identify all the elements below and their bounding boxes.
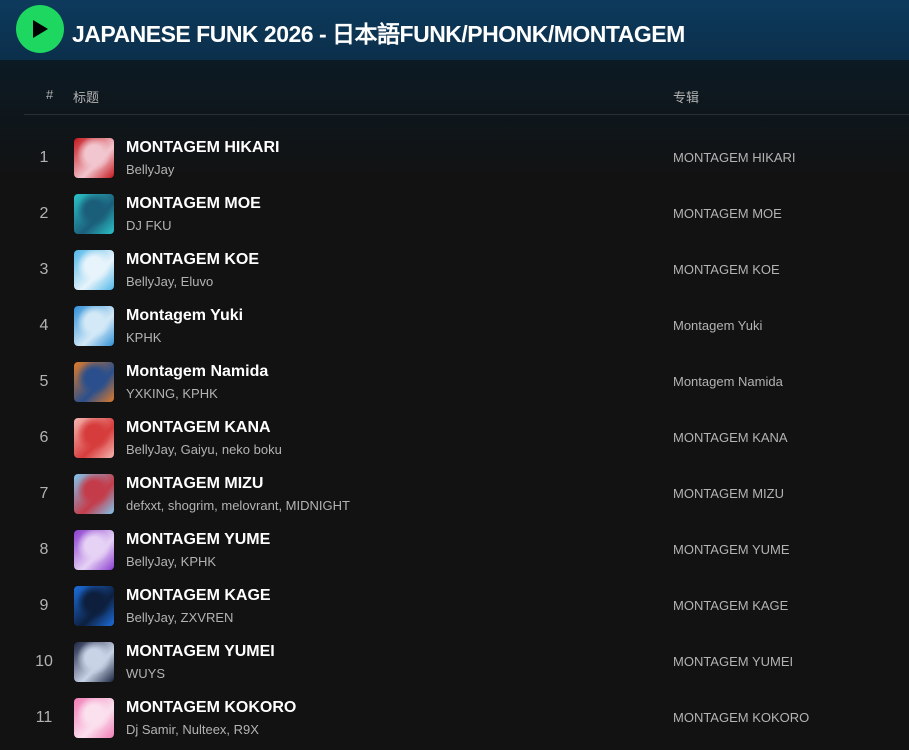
album-cover — [74, 474, 114, 514]
album-cover — [74, 418, 114, 458]
track-number: 2 — [39, 205, 49, 222]
album-cover — [74, 194, 114, 234]
track-number: 10 — [35, 653, 53, 670]
track-album[interactable]: MONTAGEM KANA — [673, 410, 788, 466]
track-album[interactable]: MONTAGEM YUMEI — [673, 634, 793, 690]
album-cover — [74, 362, 114, 402]
track-title[interactable]: MONTAGEM KAGE — [126, 587, 271, 605]
playlist-header-bar: JAPANESE FUNK 2026 - 日本語FUNK/PHONK/MONTA… — [0, 0, 909, 60]
album-cover — [74, 138, 114, 178]
track-number: 5 — [39, 373, 49, 390]
track-album[interactable]: MONTAGEM KOKORO — [673, 690, 809, 746]
track-title[interactable]: MONTAGEM KOE — [126, 251, 259, 269]
track-artists[interactable]: BellyJay, Eluvo — [126, 274, 213, 289]
track-artists[interactable]: Dj Samir, Nulteex, R9X — [126, 722, 259, 737]
track-number: 11 — [35, 709, 53, 726]
track-artists[interactable]: BellyJay, Gaiyu, neko boku — [126, 442, 282, 457]
column-album-header[interactable]: 专辑 — [673, 87, 699, 106]
track-album[interactable]: MONTAGEM MOE — [673, 186, 782, 242]
track-title[interactable]: MONTAGEM YUME — [126, 531, 270, 549]
track-title[interactable]: MONTAGEM YUMEI — [126, 643, 275, 661]
track-title[interactable]: Montagem Namida — [126, 363, 268, 381]
track-row[interactable]: 1 MONTAGEM HIKARI BellyJay MONTAGEM HIKARI — [24, 130, 909, 186]
track-table-header: # 标题 专辑 — [24, 78, 909, 115]
play-icon — [33, 20, 48, 38]
track-artists[interactable]: BellyJay, KPHK — [126, 554, 216, 569]
column-title-header[interactable]: 标题 — [73, 87, 99, 106]
track-row[interactable]: 9 MONTAGEM KAGE BellyJay, ZXVREN MONTAGEM K… — [24, 578, 909, 634]
track-number: 9 — [39, 597, 49, 614]
track-album[interactable]: MONTAGEM KAGE — [673, 578, 788, 634]
track-title[interactable]: MONTAGEM KANA — [126, 419, 271, 437]
track-title[interactable]: MONTAGEM MOE — [126, 195, 261, 213]
track-album[interactable]: MONTAGEM YUME — [673, 522, 790, 578]
track-album[interactable]: MONTAGEM MIZU — [673, 466, 784, 522]
track-row[interactable]: 2 MONTAGEM MOE DJ FKU MONTAGEM MOE — [24, 186, 909, 242]
track-row[interactable]: 7 MONTAGEM MIZU defxxt, shogrim, melovrant… — [24, 466, 909, 522]
track-artists[interactable]: DJ FKU — [126, 218, 172, 233]
track-row[interactable]: 3 MONTAGEM KOE BellyJay, Eluvo MONTAGEM KOE — [24, 242, 909, 298]
track-album[interactable]: MONTAGEM HIKARI — [673, 130, 796, 186]
track-row[interactable]: 5 Montagem Namida YXKING, KPHK Montagem Nam… — [24, 354, 909, 410]
track-artists[interactable]: BellyJay, ZXVREN — [126, 610, 233, 625]
track-title[interactable]: MONTAGEM MIZU — [126, 475, 263, 493]
track-number: 8 — [39, 541, 49, 558]
track-row[interactable]: 10 MONTAGEM YUMEI WUYS MONTAGEM YUMEI — [24, 634, 909, 690]
album-cover — [74, 250, 114, 290]
track-number: 3 — [39, 261, 49, 278]
album-cover — [74, 530, 114, 570]
track-artists[interactable]: WUYS — [126, 666, 165, 681]
column-number-header: # — [46, 87, 54, 102]
track-number: 6 — [39, 429, 49, 446]
track-row[interactable]: 11 MONTAGEM KOKORO Dj Samir, Nulteex, R9X M… — [24, 690, 909, 746]
album-cover — [74, 586, 114, 626]
track-number: 1 — [39, 149, 49, 166]
track-artists[interactable]: KPHK — [126, 330, 161, 345]
track-artists[interactable]: BellyJay — [126, 162, 174, 177]
track-title[interactable]: MONTAGEM KOKORO — [126, 699, 296, 717]
track-row[interactable]: 4 Montagem Yuki KPHK Montagem Yuki — [24, 298, 909, 354]
playlist-title: JAPANESE FUNK 2026 - 日本語FUNK/PHONK/MONTA… — [72, 21, 685, 47]
track-row[interactable]: 6 MONTAGEM KANA BellyJay, Gaiyu, neko boku… — [24, 410, 909, 466]
track-number: 4 — [39, 317, 49, 334]
track-title[interactable]: MONTAGEM HIKARI — [126, 139, 279, 157]
track-album[interactable]: Montagem Namida — [673, 354, 783, 410]
track-row[interactable]: 8 MONTAGEM YUME BellyJay, KPHK MONTAGEM YUM… — [24, 522, 909, 578]
track-album[interactable]: Montagem Yuki — [673, 298, 762, 354]
track-title[interactable]: Montagem Yuki — [126, 307, 243, 325]
album-cover — [74, 642, 114, 682]
track-album[interactable]: MONTAGEM KOE — [673, 242, 780, 298]
play-button[interactable] — [16, 5, 64, 53]
track-number: 7 — [39, 485, 49, 502]
track-artists[interactable]: YXKING, KPHK — [126, 386, 218, 401]
album-cover — [74, 306, 114, 346]
track-artists[interactable]: defxxt, shogrim, melovrant, MIDNIGHT — [126, 498, 350, 513]
album-cover — [74, 698, 114, 738]
